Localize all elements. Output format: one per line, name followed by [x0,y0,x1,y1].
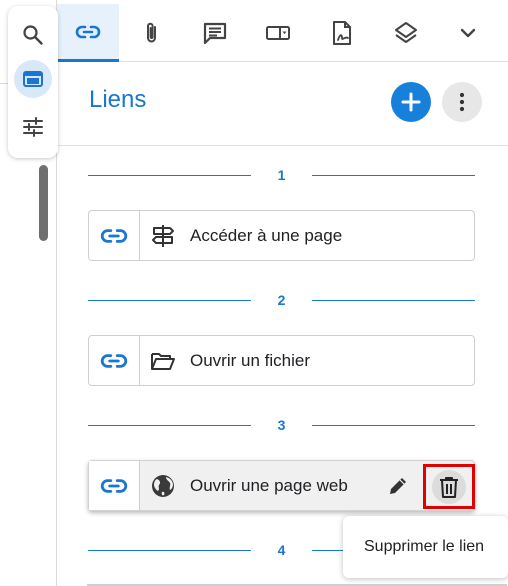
paperclip-icon [147,22,156,43]
link-button[interactable] [89,336,140,385]
link-icon [100,478,128,493]
scrollbar-thumb[interactable] [39,165,48,241]
link-button[interactable] [89,211,140,260]
search-icon [23,25,43,45]
link-icon [100,353,128,368]
section-divider: 1 [88,165,475,185]
link-icon [100,228,128,243]
edit-link-button[interactable] [383,471,413,501]
signpost-icon [150,223,176,249]
link-label: Ouvrir un fichier [190,351,310,370]
search-button[interactable] [14,16,52,54]
layers-icon [395,22,417,43]
links-panel: Liens 1 Accéder à une page 2 Ouvrir un f… [56,0,508,586]
tab-layers[interactable] [375,4,437,62]
panel-tabbar [57,0,508,62]
link-label: Accéder à une page [190,226,343,245]
tab-comments[interactable] [184,4,246,62]
link-item[interactable]: Ouvrir une page web [88,460,475,511]
chevron-down-icon [460,28,476,38]
link-item[interactable]: Accéder à une page [88,210,475,261]
trash-icon [440,476,458,498]
divider-line [312,175,475,176]
tab-more[interactable] [437,4,499,62]
delete-button-bg [432,469,466,504]
comment-icon [203,22,227,45]
link-label: Ouvrir une page web [190,476,348,495]
add-link-button[interactable] [391,82,431,122]
more-options-button[interactable] [442,82,482,122]
more-vertical-icon [459,92,465,112]
signature-icon [333,21,351,45]
divider-line [312,300,475,301]
link-icon [75,25,101,38]
link-button[interactable] [89,461,140,510]
panel-separator [57,145,508,146]
tab-form-fields[interactable] [247,4,309,62]
tab-signatures[interactable] [311,4,373,62]
folder-open-icon [150,348,176,374]
panel-toggle-button[interactable] [14,60,52,98]
form-field-icon [266,26,290,40]
pencil-icon [390,478,406,494]
section-divider: 2 [88,290,475,310]
delete-tooltip: Supprimer le lien [343,516,508,578]
globe-icon [150,473,176,499]
settings-button[interactable] [14,108,52,146]
tab-links[interactable] [57,4,119,62]
panel-icon [23,71,43,87]
tab-attachments[interactable] [121,4,183,62]
sliders-icon [23,117,43,137]
link-item[interactable]: Ouvrir un fichier [88,335,475,386]
app-root: Liens 1 Accéder à une page 2 Ouvrir un f… [0,0,508,586]
panel-title: Liens [89,86,147,113]
plus-icon [401,92,421,112]
divider-line [312,425,475,426]
left-toolbar [8,6,58,158]
section-divider: 3 [88,415,475,435]
delete-link-button[interactable] [423,464,475,509]
